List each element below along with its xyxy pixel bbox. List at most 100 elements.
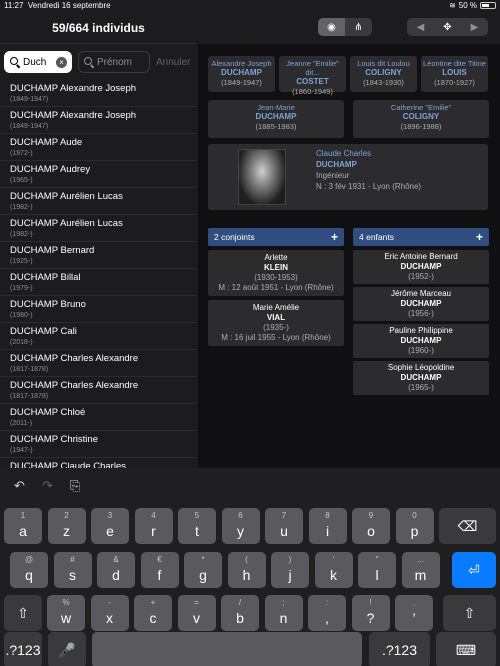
key-char: d bbox=[112, 567, 120, 583]
focus-occupation: Ingénieur bbox=[316, 171, 350, 180]
key-char: w bbox=[60, 610, 72, 626]
left-arrow-icon[interactable]: ◀ bbox=[407, 18, 434, 36]
spouse-card[interactable]: Marie Amélie VIAL (1935-) M : 16 juil 1955 … bbox=[208, 300, 344, 346]
dismiss-keyboard-icon[interactable]: ⌨ bbox=[436, 632, 496, 666]
on-screen-keyboard: ↶ ↷ ⎘ 1 a 2 z 3 e 4 r 5 t 6 y 7 u 8 i 9 o 0 p ⌫ @ q # s & d € f * g(h)… bbox=[0, 468, 500, 666]
key-’[interactable]: .’ bbox=[395, 595, 433, 631]
add-spouse-button[interactable]: + bbox=[331, 228, 338, 246]
key-s[interactable]: # s bbox=[53, 552, 92, 588]
grandparent-card[interactable]: Louis dit Loulou COLIGNY (1843-1930) bbox=[350, 56, 417, 92]
key-u[interactable]: 7u bbox=[265, 508, 303, 544]
key-y[interactable]: 6y bbox=[221, 508, 260, 544]
microphone-icon[interactable]: 🎤 bbox=[48, 632, 86, 666]
parent-card[interactable]: Catherine "Emilie" COLIGNY (1896-1988) bbox=[353, 100, 489, 138]
child-card[interactable]: Sophie Léopoldine DUCHAMP (1965-) bbox=[353, 361, 489, 395]
grandparent-card[interactable]: Alexandre Joseph DUCHAMP (1849-1947) bbox=[208, 56, 275, 92]
list-item[interactable]: DUCHAMP Christine (1947-) bbox=[0, 431, 197, 458]
add-child-button[interactable]: + bbox=[476, 228, 483, 246]
key-h[interactable]: (h bbox=[227, 552, 266, 588]
list-item[interactable]: DUCHAMP Claude Charles bbox=[0, 458, 197, 468]
backspace-icon[interactable]: ⌫ bbox=[439, 508, 496, 544]
key-alt-char: * bbox=[201, 555, 205, 564]
list-item[interactable]: DUCHAMP Charles Alexandre (1817-1878) bbox=[0, 377, 197, 404]
key-r[interactable]: 4r bbox=[134, 508, 173, 544]
key-a[interactable]: 1a bbox=[4, 508, 42, 544]
key-l[interactable]: " l bbox=[358, 552, 396, 588]
key-char: v bbox=[193, 610, 200, 626]
list-item[interactable]: DUCHAMP Bruno (1980-) bbox=[0, 296, 197, 323]
list-item[interactable]: DUCHAMP Aurélien Lucas (1982-) bbox=[0, 188, 197, 215]
key-,[interactable]: :, bbox=[308, 595, 346, 631]
key-i[interactable]: 8i bbox=[308, 508, 347, 544]
key-o[interactable]: 9o bbox=[352, 508, 390, 544]
numbers-left-key[interactable]: .?123 bbox=[4, 632, 42, 666]
key-v[interactable]: = v bbox=[177, 595, 216, 631]
paste-icon[interactable]: ⎘ bbox=[70, 478, 80, 494]
child-card[interactable]: Eric Antoine Bernard DUCHAMP (1952-) bbox=[353, 250, 489, 284]
key-q[interactable]: @ q bbox=[10, 552, 48, 588]
key-?[interactable]: !? bbox=[351, 595, 390, 631]
space-key[interactable] bbox=[92, 632, 362, 666]
parent-card[interactable]: Jean-Marie DUCHAMP (1885-1983) bbox=[208, 100, 344, 138]
status-time-date: 11:27 Vendredi 16 septembre bbox=[4, 1, 111, 10]
clear-search-icon[interactable]: × bbox=[56, 57, 67, 68]
list-item[interactable]: DUCHAMP Audrey (1965-) bbox=[0, 161, 197, 188]
key-char: g bbox=[199, 567, 207, 583]
list-item[interactable]: DUCHAMP Chloé (2011-) bbox=[0, 404, 197, 431]
cancel-search-button[interactable]: Annuler bbox=[156, 57, 190, 68]
grandparent-card[interactable]: Léontine dite Titine LOUIS (1870-1927) bbox=[421, 56, 488, 92]
child-card[interactable]: Jérôme Marceau DUCHAMP (1956-) bbox=[353, 287, 489, 321]
key-x[interactable]: -x bbox=[90, 595, 129, 631]
individual-dates: (1972-) bbox=[10, 150, 33, 157]
key-z[interactable]: 2z bbox=[47, 508, 86, 544]
key-g[interactable]: * g bbox=[184, 552, 222, 588]
key-p[interactable]: 0p bbox=[395, 508, 434, 544]
individual-name: DUCHAMP Alexandre Joseph bbox=[10, 83, 137, 94]
undo-icon[interactable]: ↶ bbox=[14, 478, 25, 494]
key-alt-char: € bbox=[157, 555, 162, 564]
list-item[interactable]: DUCHAMP Cali (2018-) bbox=[0, 323, 197, 350]
tree-icon[interactable]: ⋔ bbox=[345, 18, 372, 36]
grandparent-dates: (1843-1930) bbox=[363, 78, 404, 87]
eye-icon[interactable]: ◉ bbox=[318, 18, 345, 36]
family-tree-panel: ◉ ⋔ ◀ ✥ ▶ Alexandre Joseph DUCHAMP (1849-1… bbox=[198, 12, 500, 468]
list-item[interactable]: DUCHAMP Billal (1979-) bbox=[0, 269, 197, 296]
key-c[interactable]: + c bbox=[134, 595, 172, 631]
list-item[interactable]: DUCHAMP Charles Alexandre (1817-1878) bbox=[0, 350, 197, 377]
key-b[interactable]: / b bbox=[221, 595, 259, 631]
key-k[interactable]: ' k bbox=[314, 552, 353, 588]
spouse-last-name: KLEIN bbox=[264, 263, 288, 272]
key-alt-char: 8 bbox=[325, 511, 330, 520]
key-char: y bbox=[237, 523, 244, 539]
grandparent-card[interactable]: Jeanne "Emilie" dit... COSTET (1860-1949) bbox=[279, 56, 346, 96]
lastname-search-field[interactable]: Duch × bbox=[4, 51, 72, 73]
spouse-card[interactable]: Arlette KLEIN (1930-1953) M : 12 août 1951 … bbox=[208, 250, 344, 296]
key-alt-char: 2 bbox=[64, 511, 69, 520]
key-n[interactable]: ; n bbox=[264, 595, 303, 631]
list-item[interactable]: DUCHAMP Bernard (1925-) bbox=[0, 242, 197, 269]
focus-person-card[interactable]: Claude Charles DUCHAMP Ingénieur N : 3 f… bbox=[208, 144, 488, 210]
key-w[interactable]: % w bbox=[47, 595, 85, 631]
key-m[interactable]: … m bbox=[401, 552, 440, 588]
shift-right-icon[interactable]: ⇧ bbox=[443, 595, 496, 631]
list-item[interactable]: DUCHAMP Alexandre Joseph (1849-1947) bbox=[0, 107, 197, 134]
list-item[interactable]: DUCHAMP Aurélien Lucas (1982-) bbox=[0, 215, 197, 242]
return-icon[interactable]: ⏎ bbox=[452, 552, 496, 588]
key-char: ? bbox=[366, 610, 375, 626]
child-card[interactable]: Pauline Philippine DUCHAMP (1960-) bbox=[353, 324, 489, 358]
key-e[interactable]: 3e bbox=[91, 508, 129, 544]
key-d[interactable]: & d bbox=[97, 552, 135, 588]
list-item[interactable]: DUCHAMP Aude (1972-) bbox=[0, 134, 197, 161]
child-first-name: Sophie Léopoldine bbox=[387, 363, 455, 372]
numbers-right-key[interactable]: .?123 bbox=[369, 632, 430, 666]
key-t[interactable]: 5t bbox=[178, 508, 216, 544]
key-f[interactable]: € f bbox=[140, 552, 179, 588]
firstname-search-field[interactable]: Prénom bbox=[78, 51, 150, 73]
shift-left-icon[interactable]: ⇧ bbox=[4, 595, 42, 631]
move-icon[interactable]: ✥ bbox=[434, 18, 461, 36]
key-char: o bbox=[367, 523, 375, 539]
list-item[interactable]: DUCHAMP Alexandre Joseph (1849-1947) bbox=[0, 80, 197, 107]
right-arrow-icon[interactable]: ▶ bbox=[461, 18, 488, 36]
redo-icon[interactable]: ↷ bbox=[42, 478, 53, 494]
key-j[interactable]: ) j bbox=[271, 552, 309, 588]
